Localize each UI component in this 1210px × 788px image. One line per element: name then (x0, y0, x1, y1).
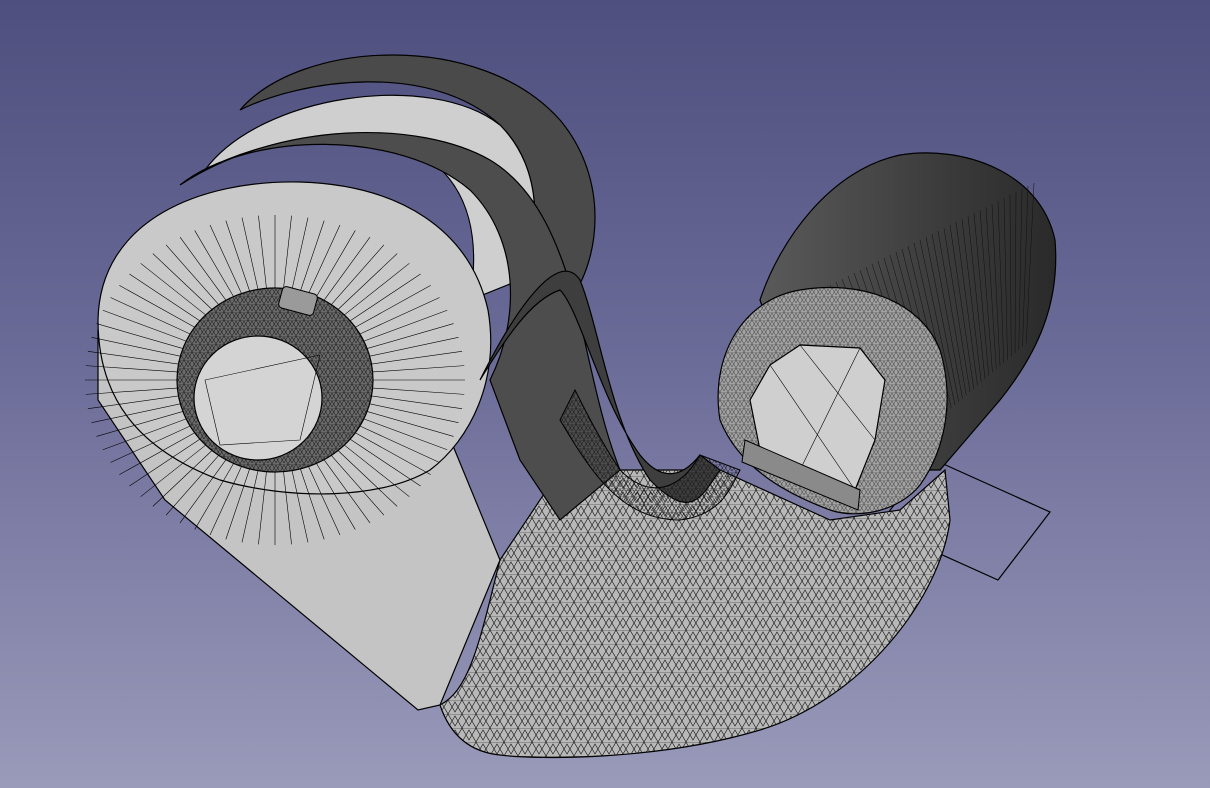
mesh-model (85, 54, 1057, 759)
bore-inner (193, 335, 323, 461)
3d-viewport[interactable] (0, 0, 1210, 788)
